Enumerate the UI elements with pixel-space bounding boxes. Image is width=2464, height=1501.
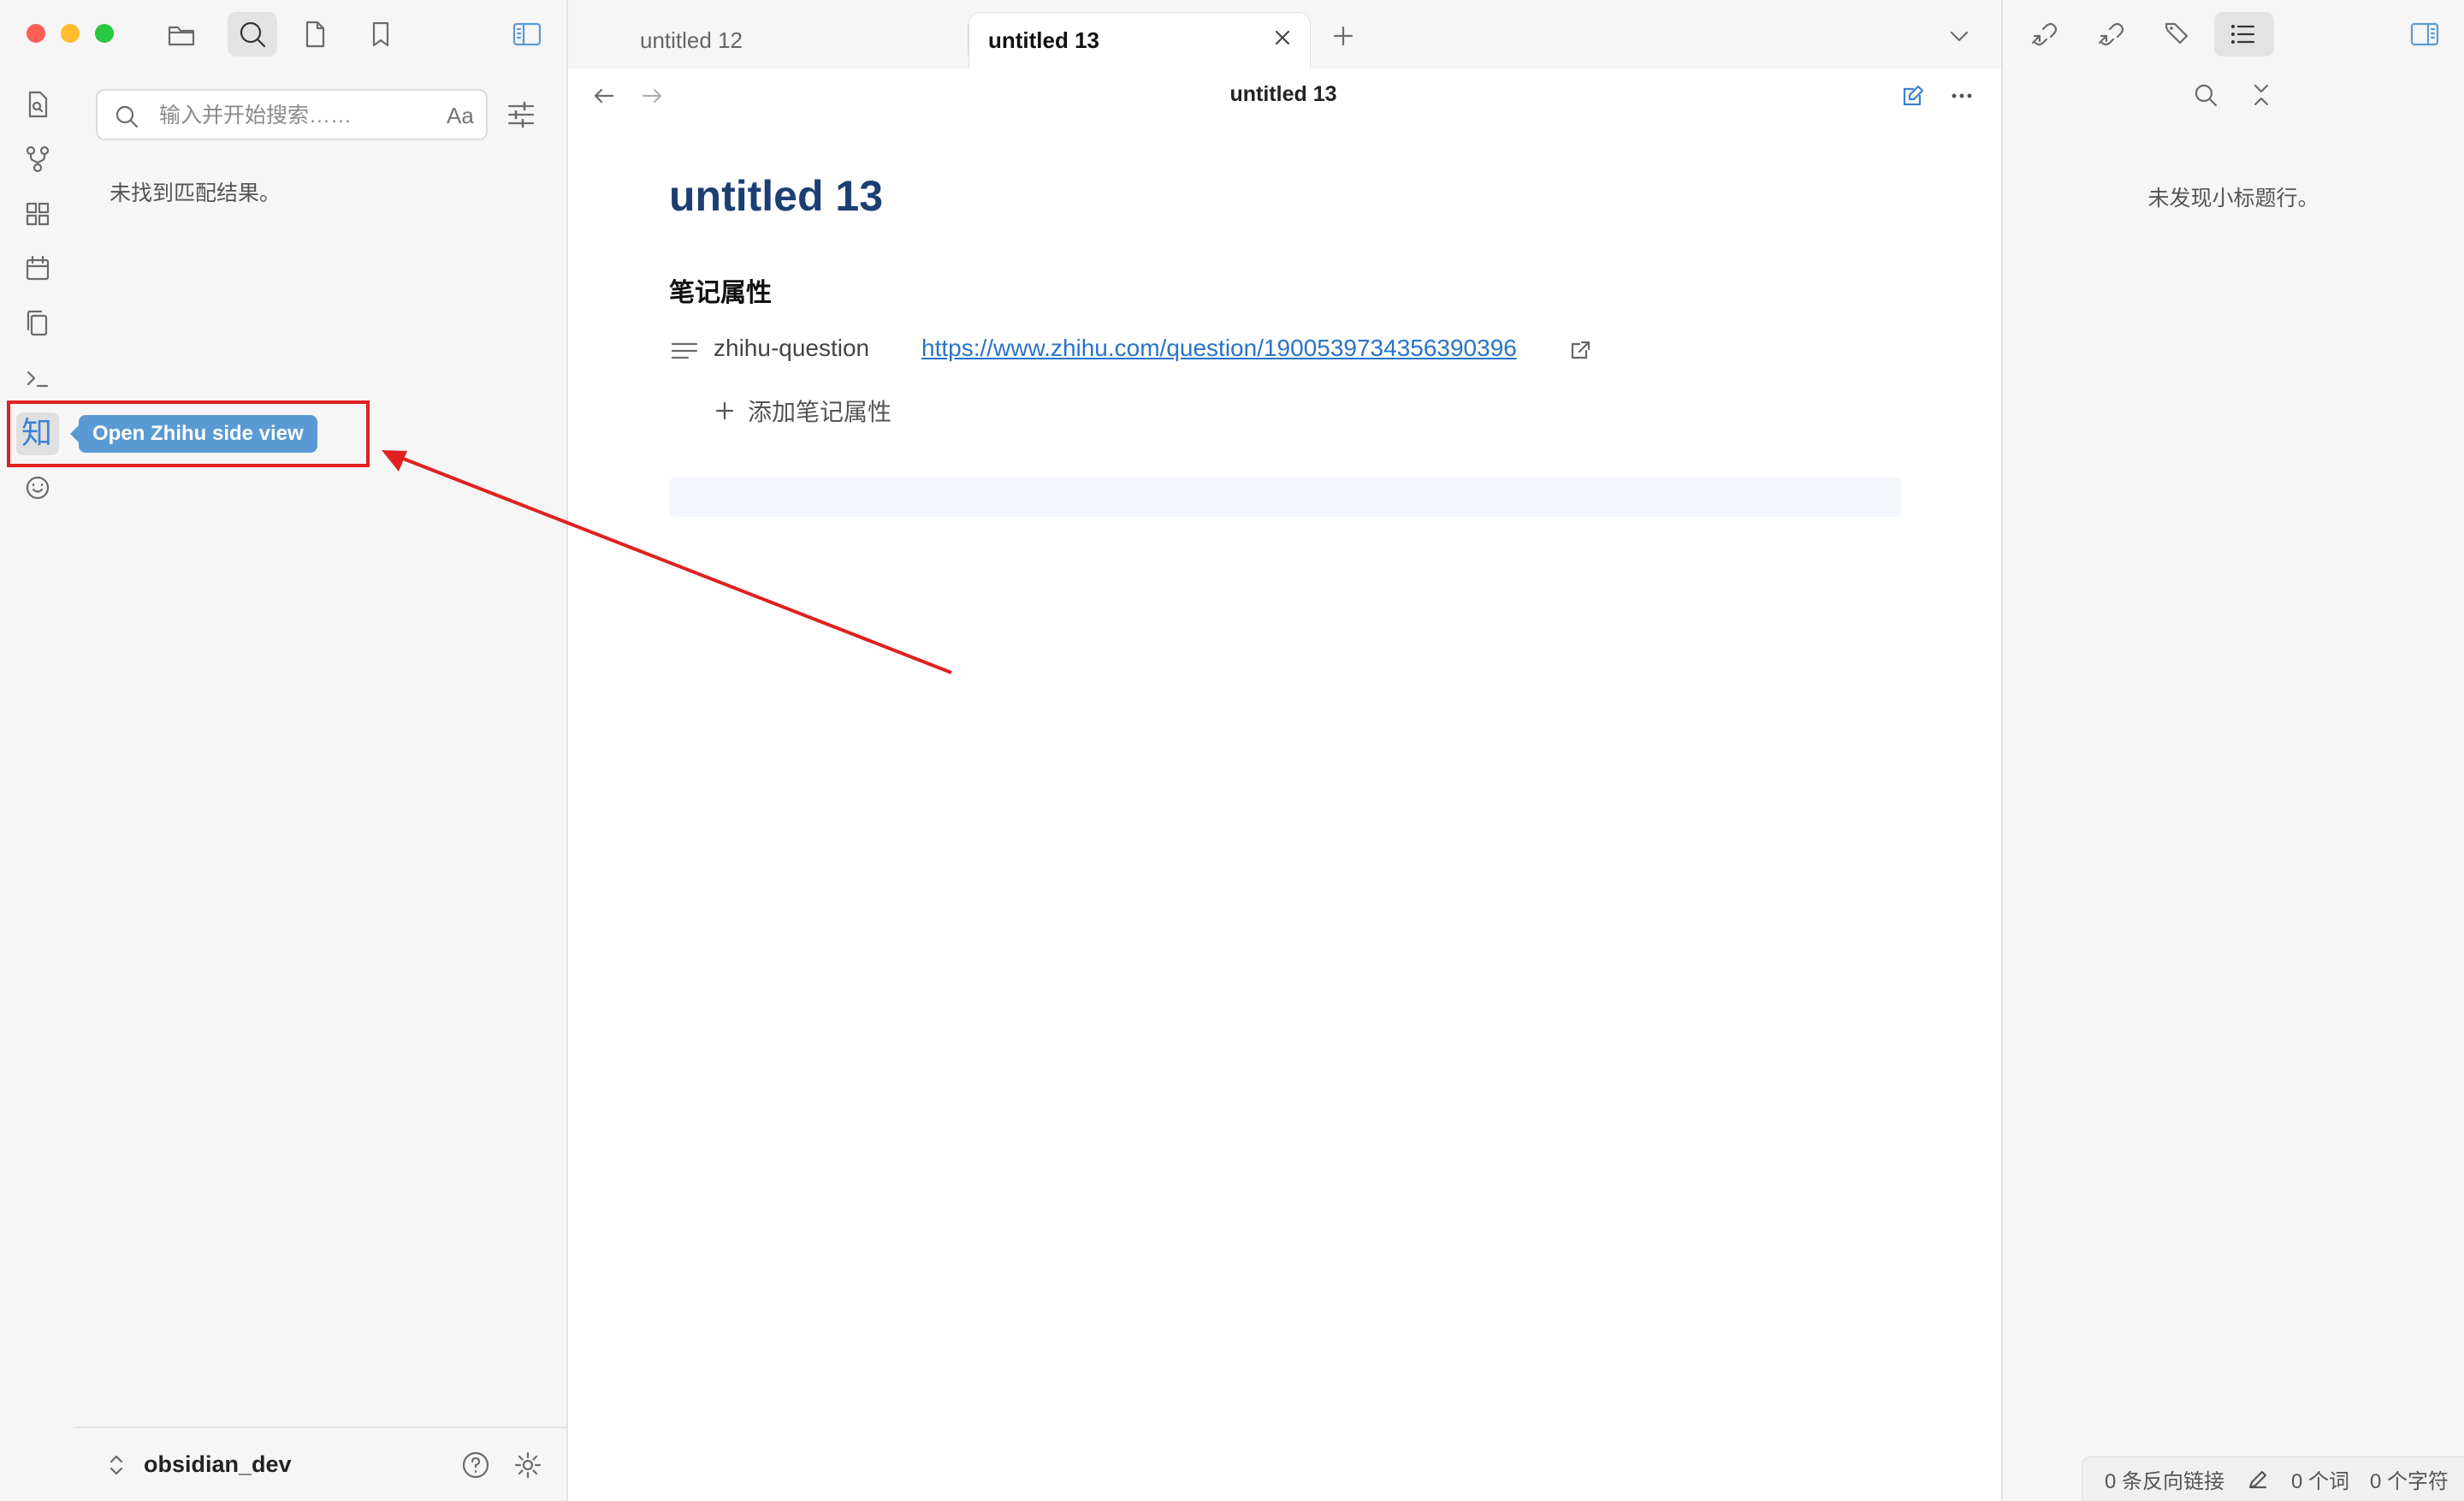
navigate-back-button[interactable] <box>587 79 621 113</box>
maximize-window-button[interactable] <box>95 24 114 43</box>
outline-empty-text: 未发现小标题行。 <box>2147 187 2319 211</box>
file-icon <box>305 21 325 48</box>
search-no-results: 未找到匹配结果。 <box>110 181 281 205</box>
toggle-right-sidebar-button[interactable] <box>2408 17 2442 51</box>
tags-icon <box>2165 22 2189 44</box>
settings-button[interactable] <box>511 1448 545 1482</box>
ribbon-templates[interactable] <box>21 306 55 341</box>
text-align-left-icon <box>671 342 698 359</box>
vault-name[interactable]: obsidian_dev <box>144 1451 292 1478</box>
close-window-button[interactable] <box>27 24 45 43</box>
property-value-link[interactable]: https://www.zhihu.com/question/190053973… <box>921 335 1517 362</box>
outline-tab-button[interactable] <box>2214 12 2274 56</box>
pencil-icon[interactable] <box>2245 1467 2271 1492</box>
char-count: 0 个字符 <box>2370 1470 2449 1493</box>
property-key[interactable]: zhihu-question <box>714 335 869 362</box>
search-box: Aa <box>96 89 488 140</box>
ribbon-command-palette[interactable] <box>21 361 55 395</box>
help-button[interactable] <box>459 1448 493 1482</box>
sliders-icon <box>507 101 535 128</box>
list-icon <box>2231 25 2255 44</box>
ribbon-canvas[interactable] <box>21 197 55 231</box>
ribbon-graph-view[interactable] <box>21 142 55 176</box>
arrow-right-icon <box>642 88 662 104</box>
files-tab-button[interactable] <box>164 17 198 51</box>
sidebar-right-icon <box>2410 22 2439 46</box>
backlinks-tab-button[interactable] <box>2028 17 2062 51</box>
add-property-button[interactable]: 添加笔记属性 <box>710 394 891 428</box>
help-circle-icon <box>462 1451 489 1479</box>
toggle-left-sidebar-button[interactable] <box>510 17 544 51</box>
more-horizontal-icon <box>1952 93 1972 98</box>
sidebar-left-icon <box>512 22 542 46</box>
link-in-icon <box>2031 22 2058 46</box>
status-bar: 0 条反向链接 0 个词 0 个字符 <box>2082 1457 2464 1501</box>
properties-heading[interactable]: 笔记属性 <box>669 271 772 309</box>
editor-pane <box>568 68 2002 1501</box>
backlinks-count[interactable]: 0 条反向链接 <box>2105 1464 2224 1494</box>
outline-search-button[interactable] <box>2189 78 2223 112</box>
ribbon-open-quick-switcher[interactable] <box>21 87 55 122</box>
search-panel <box>75 68 566 1501</box>
calendar-icon <box>26 255 50 281</box>
note-title[interactable]: untitled 13 <box>669 171 883 221</box>
view-header-title[interactable]: untitled 13 <box>1112 82 1454 107</box>
more-options-button[interactable] <box>1945 79 1979 113</box>
tab-list-dropdown[interactable] <box>1942 19 1976 53</box>
tab-label: untitled 12 <box>640 27 743 53</box>
gear-icon <box>514 1451 542 1479</box>
ribbon-emoji[interactable] <box>21 471 55 505</box>
external-link-button[interactable] <box>1566 335 1595 365</box>
search-icon <box>2194 84 2218 107</box>
smile-icon <box>26 476 50 500</box>
close-tab-button[interactable] <box>1267 22 1298 53</box>
vault-switcher[interactable] <box>101 1450 132 1480</box>
property-row <box>667 334 702 368</box>
file-search-icon <box>28 91 48 118</box>
chevrons-up-down-icon <box>110 1455 123 1475</box>
search-icon <box>240 21 266 48</box>
minimize-window-button[interactable] <box>61 24 80 43</box>
search-icon <box>116 105 139 128</box>
annotation-highlight-box <box>7 400 370 467</box>
external-link-icon <box>1571 341 1590 359</box>
tab-label: untitled 13 <box>988 27 1100 53</box>
plus-icon <box>715 401 734 420</box>
git-fork-icon <box>26 145 50 173</box>
link-out-icon <box>2098 22 2124 46</box>
tab-untitled-13[interactable]: untitled 13 <box>968 12 1311 68</box>
add-property-label: 添加笔记属性 <box>748 399 892 425</box>
tab-untitled-12[interactable]: untitled 12 <box>621 12 963 68</box>
recent-files-tab-button[interactable] <box>298 17 332 51</box>
layout-dashboard-icon <box>26 202 50 226</box>
outline-panel <box>2003 68 2464 1501</box>
toggle-edit-mode-button[interactable] <box>1896 79 1930 113</box>
edit-icon <box>1903 85 1924 106</box>
terminal-icon <box>27 371 49 388</box>
word-count: 0 个词 <box>2291 1470 2350 1493</box>
chevron-down-icon <box>1950 31 1969 42</box>
vault-divider <box>75 1427 566 1428</box>
arrow-left-icon <box>594 88 614 104</box>
outline-collapse-button[interactable] <box>2244 78 2278 112</box>
new-tab-button[interactable] <box>1326 19 1360 53</box>
plus-icon <box>1333 26 1353 46</box>
match-case-toggle[interactable]: Aa <box>447 103 474 129</box>
close-icon <box>1275 30 1290 45</box>
folder-icon <box>168 26 195 46</box>
bookmark-icon <box>372 21 389 47</box>
ribbon-daily-note[interactable] <box>21 252 55 286</box>
empty-body-line[interactable] <box>669 478 1901 517</box>
search-settings-button[interactable] <box>504 98 538 132</box>
bookmarks-tab-button[interactable] <box>364 17 398 51</box>
outgoing-links-tab-button[interactable] <box>2094 17 2129 51</box>
copy-icon <box>27 310 48 336</box>
search-input[interactable] <box>157 98 418 133</box>
chevrons-down-up-icon <box>2254 84 2269 106</box>
search-tab-button[interactable] <box>228 12 277 56</box>
navigate-forward-button[interactable] <box>635 79 669 113</box>
tags-tab-button[interactable] <box>2161 17 2195 51</box>
